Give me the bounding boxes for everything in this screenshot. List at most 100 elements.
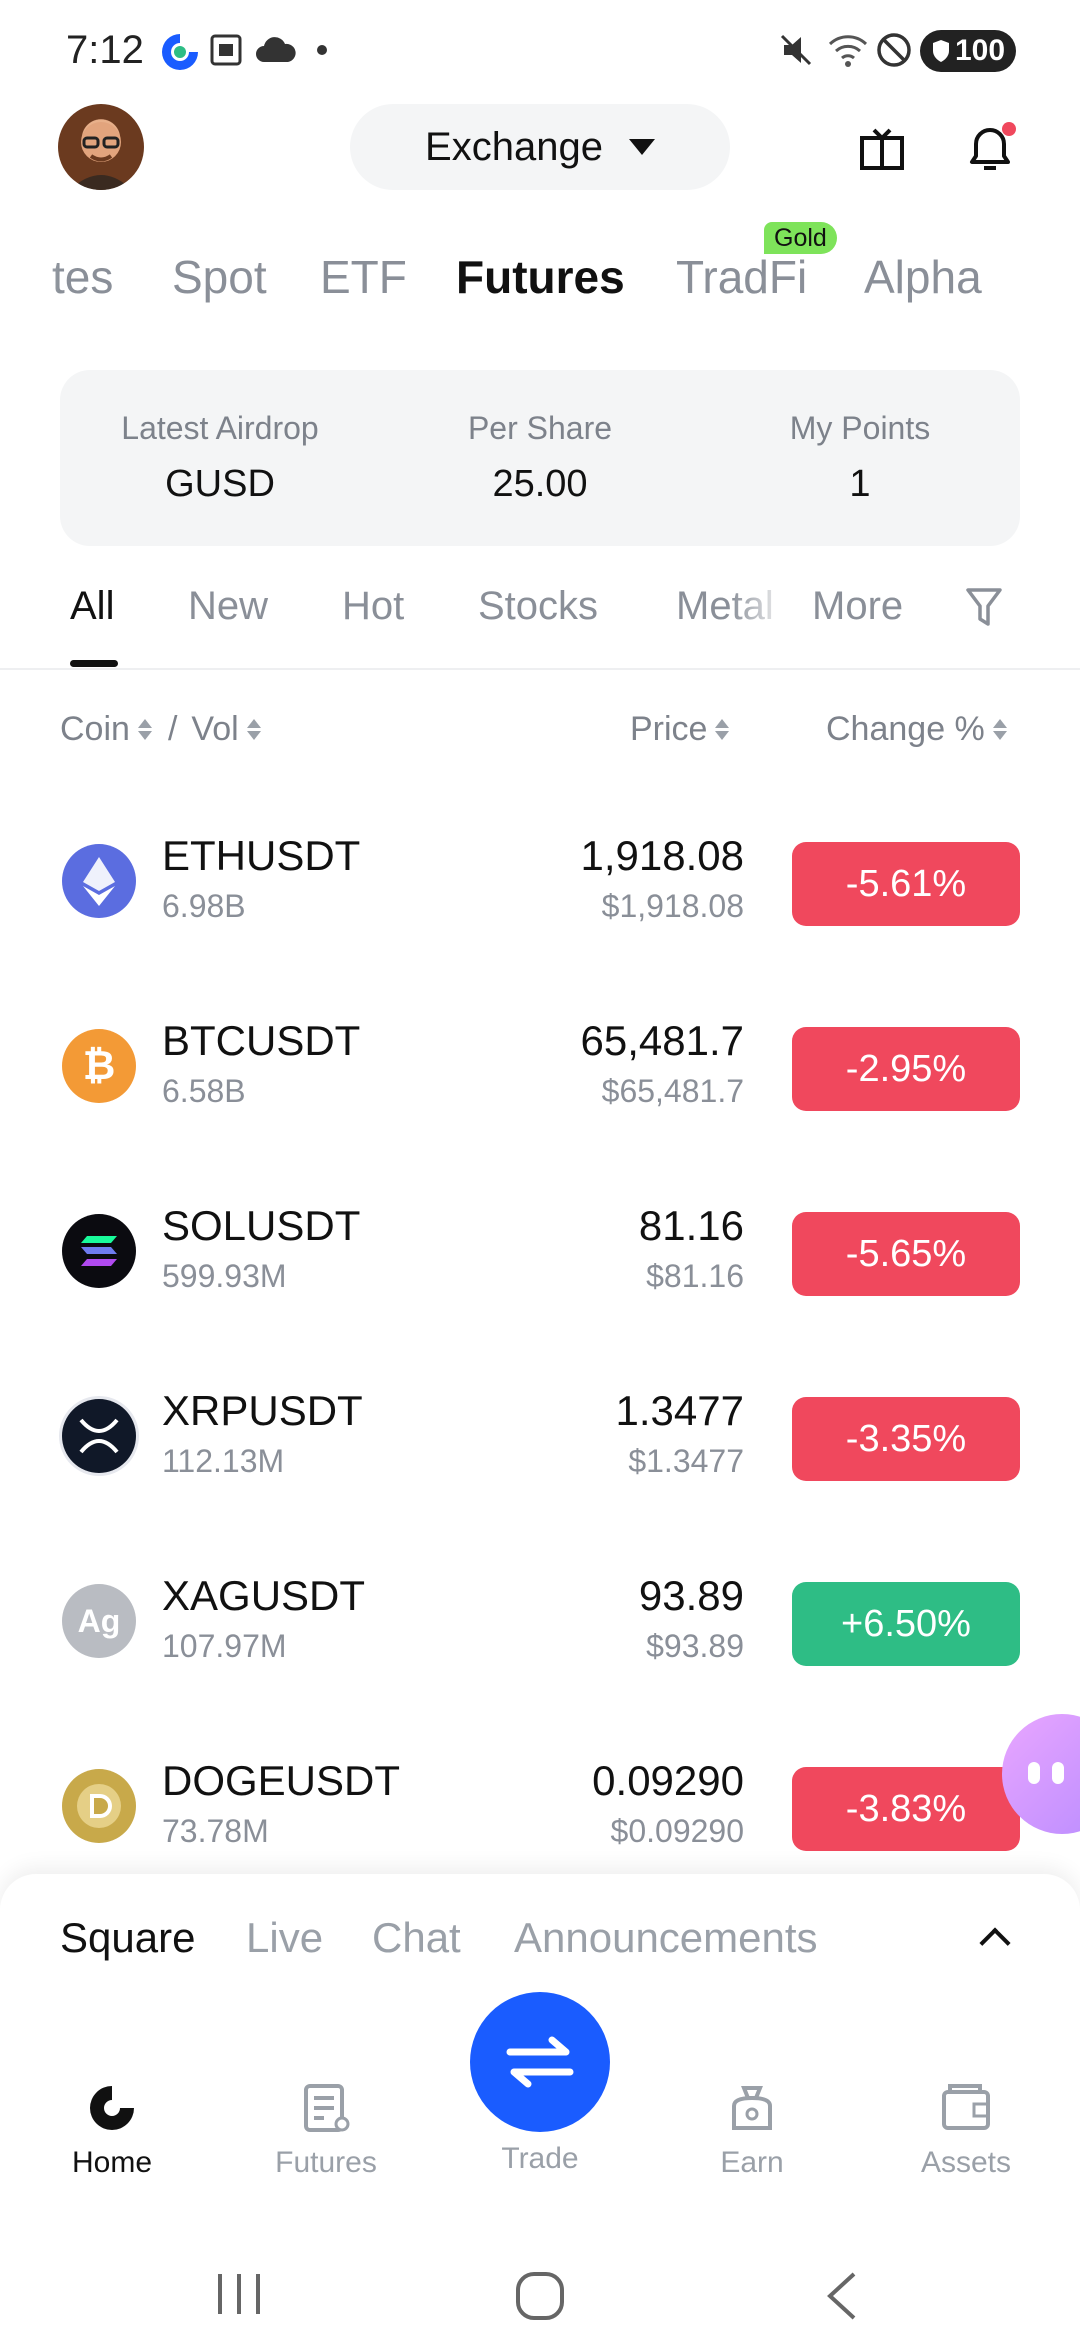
table-row[interactable]: Ag XAGUSDT 107.97M 93.89 $93.89 +6.50% [0, 1530, 1080, 1715]
tab-hot[interactable]: Hot [342, 584, 404, 629]
doge-icon [62, 1769, 136, 1843]
nav-earn-label: Earn [720, 2146, 784, 2179]
row-symbol: XAGUSDT [162, 1572, 366, 1619]
nav-home[interactable]: Home [42, 2080, 182, 2180]
table-row[interactable]: ₿ BTCUSDT 6.58B 65,481.7 $65,481.7 -2.95… [0, 975, 1080, 1160]
nav-trade-label[interactable]: Trade [470, 2142, 610, 2176]
caret-down-icon [628, 139, 655, 155]
change-badge[interactable]: -5.61% [792, 842, 1020, 926]
change-badge[interactable]: -3.83% [792, 1767, 1020, 1851]
airdrop-card[interactable]: Latest Airdrop GUSD Per Share 25.00 My P… [60, 370, 1020, 546]
change-header-label: Change % [826, 710, 985, 748]
btc-icon: ₿ [62, 1029, 136, 1103]
airdrop-latest: Latest Airdrop GUSD [60, 370, 380, 546]
airdrop-per-share: Per Share 25.00 [380, 370, 700, 546]
tabs-fade-right [990, 245, 1080, 325]
sort-icon [715, 719, 730, 740]
earn-icon [732, 2086, 772, 2130]
tab-spot[interactable]: Spot [172, 250, 267, 304]
tab-stocks[interactable]: Stocks [478, 584, 598, 629]
tab-live[interactable]: Live [246, 1914, 323, 1962]
recent-apps-icon[interactable] [214, 2270, 264, 2318]
coin-header-label: Coin [60, 710, 130, 748]
row-volume: 112.13M [162, 1443, 285, 1479]
shield-icon [932, 40, 949, 62]
market-tabs: tes Spot ETF Futures TradFi Alpha [0, 250, 1080, 320]
table-row[interactable]: ETHUSDT 6.98B 1,918.08 $1,918.08 -5.61% [0, 790, 1080, 975]
sort-icon [137, 719, 152, 740]
tab-favorites[interactable]: tes [52, 250, 113, 304]
status-time: 7:12 [66, 28, 144, 72]
status-bar: 7:12 100 [0, 0, 1080, 100]
row-volume: 599.93M [162, 1258, 287, 1294]
nav-futures[interactable]: Futures [256, 2080, 396, 2180]
latest-airdrop-label: Latest Airdrop [121, 410, 319, 446]
gold-badge: Gold [764, 222, 837, 254]
row-price: 65,481.7 [580, 1017, 745, 1064]
xrp-icon [62, 1399, 136, 1473]
tab-alpha[interactable]: Alpha [864, 250, 982, 304]
tab-etf[interactable]: ETF [320, 250, 407, 304]
row-fiat-price: $81.16 [646, 1258, 744, 1294]
row-volume: 6.58B [162, 1073, 246, 1109]
change-badge[interactable]: -3.35% [792, 1397, 1020, 1481]
nav-assets-label: Assets [920, 2146, 1012, 2179]
my-points-label: My Points [789, 410, 931, 446]
column-header-coin[interactable]: Coin / Vol [60, 710, 261, 749]
column-header-change[interactable]: Change % [826, 710, 1007, 749]
tab-square[interactable]: Square [60, 1914, 195, 1962]
row-symbol: BTCUSDT [162, 1017, 361, 1064]
row-fiat-price: $65,481.7 [601, 1073, 744, 1109]
trade-button[interactable] [470, 1992, 610, 2132]
home-icon [90, 2086, 134, 2130]
exchange-switcher[interactable]: Exchange [350, 104, 730, 190]
header-separator: / [167, 710, 178, 748]
sort-icon [992, 719, 1007, 740]
table-row[interactable]: XRPUSDT 112.13M 1.3477 $1.3477 -3.35% [0, 1345, 1080, 1530]
per-share-label: Per Share [467, 410, 613, 446]
per-share-value: 25.00 [492, 463, 588, 505]
row-price: 0.09290 [592, 1757, 744, 1804]
row-symbol: SOLUSDT [162, 1202, 361, 1249]
change-badge[interactable]: -2.95% [792, 1027, 1020, 1111]
tab-announcements[interactable]: Announcements [514, 1914, 818, 1962]
nav-assets[interactable]: Assets [896, 2080, 1036, 2180]
tab-tradfi[interactable]: TradFi [676, 250, 807, 304]
change-badge[interactable]: +6.50% [792, 1582, 1020, 1666]
column-header-price[interactable]: Price [630, 710, 730, 749]
row-price: 93.89 [638, 1572, 744, 1619]
divider [0, 668, 1080, 670]
home-system-icon[interactable] [514, 2270, 566, 2322]
tab-all[interactable]: All [70, 584, 114, 629]
exchange-label: Exchange [425, 124, 603, 169]
screenshot-icon [210, 34, 242, 66]
user-photo-icon [70, 122, 132, 190]
app-notification-icon [162, 34, 198, 70]
cloud-icon [256, 37, 296, 62]
dot-icon [317, 45, 327, 55]
change-badge[interactable]: -5.65% [792, 1212, 1020, 1296]
table-row[interactable]: SOLUSDT 599.93M 81.16 $81.16 -5.65% [0, 1160, 1080, 1345]
filter-icon[interactable] [964, 586, 1004, 630]
futures-icon [304, 2084, 350, 2132]
tab-futures[interactable]: Futures [456, 250, 625, 304]
avatar[interactable] [58, 104, 144, 190]
nav-earn[interactable]: Earn [682, 2080, 822, 2180]
wifi-icon [828, 35, 868, 67]
table-row[interactable]: DOGEUSDT 73.78M 0.09290 $0.09290 -3.83% [0, 1715, 1080, 1900]
category-tabs: All New Hot Stocks Metal [0, 584, 1080, 670]
tab-new[interactable]: New [188, 584, 268, 629]
tabs-fade-left [0, 245, 60, 325]
row-price: 1.3477 [615, 1387, 744, 1434]
row-volume: 73.78M [162, 1813, 269, 1849]
bell-icon[interactable] [964, 120, 1020, 176]
category-fade [730, 580, 800, 640]
silver-icon: Ag [62, 1584, 136, 1658]
eth-icon [62, 844, 136, 918]
tab-chat[interactable]: Chat [372, 1914, 461, 1962]
back-icon[interactable] [822, 2270, 862, 2322]
row-price: 1,918.08 [580, 832, 745, 879]
tab-more[interactable]: More [812, 584, 903, 629]
gift-icon[interactable] [858, 124, 906, 172]
dnd-icon [877, 33, 911, 67]
